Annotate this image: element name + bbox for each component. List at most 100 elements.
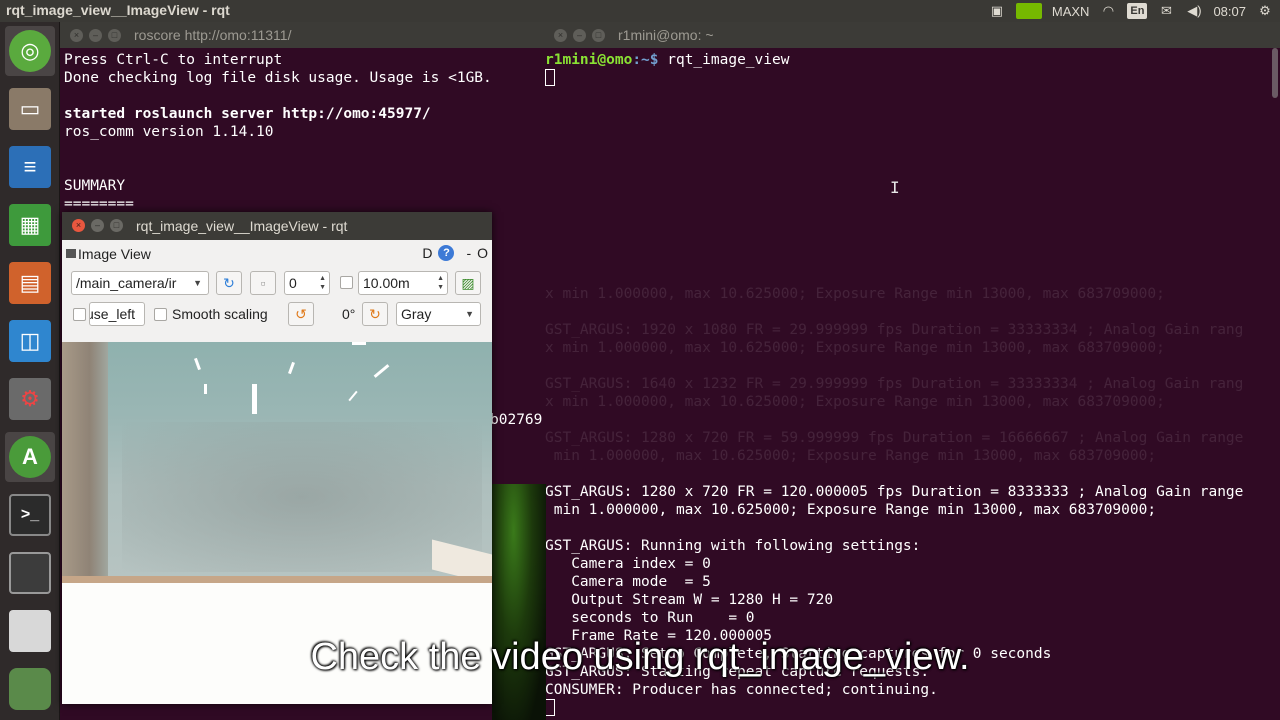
- close-panel-button[interactable]: O: [477, 245, 488, 261]
- rqt-image-view-window[interactable]: × – □ rqt_image_view__ImageView - rqt Im…: [62, 212, 492, 704]
- terminal-line: SUMMARY: [64, 178, 126, 194]
- mail-icon[interactable]: ✉: [1157, 3, 1175, 19]
- camera-image[interactable]: [62, 342, 492, 583]
- terminal-scrollbar[interactable]: [1272, 48, 1278, 98]
- spin-down-icon[interactable]: ▼: [319, 284, 326, 292]
- launcher-impress[interactable]: ▤: [5, 258, 55, 308]
- rotate-left-button[interactable]: ↺: [288, 302, 314, 326]
- close-icon[interactable]: ×: [72, 219, 85, 232]
- terminal-line: Camera index = 0: [545, 556, 711, 572]
- power-mode-label[interactable]: MAXN: [1052, 4, 1090, 19]
- minimize-icon[interactable]: –: [573, 29, 586, 42]
- save-image-button[interactable]: ▨: [455, 271, 481, 295]
- rqt-titlebar[interactable]: × – □ rqt_image_view__ImageView - rqt: [62, 212, 492, 240]
- spin-up-icon[interactable]: ▲: [319, 275, 326, 283]
- launcher-calc[interactable]: ▦: [5, 200, 55, 250]
- terminal-icon: >_: [9, 494, 51, 536]
- roscore-output: Press Ctrl-C to interrupt Done checking …: [64, 51, 492, 213]
- drag-handle-icon[interactable]: [66, 249, 76, 258]
- minimize-icon[interactable]: –: [91, 219, 104, 232]
- partial-terminal-text: b02769:: [490, 412, 552, 428]
- maximize-icon[interactable]: □: [110, 219, 123, 232]
- terminal-line: GST_ARGUS: 1640 x 1232 FR = 29.999999 fp…: [545, 376, 1244, 392]
- zoom-fit-button[interactable]: ▫: [250, 271, 276, 295]
- smooth-scaling-checkbox[interactable]: [154, 308, 167, 321]
- keyboard-layout-indicator[interactable]: En: [1127, 3, 1148, 19]
- image-fog-region: [122, 422, 482, 572]
- spin-up-icon[interactable]: ▲: [437, 275, 444, 283]
- image-light-reflection: [288, 361, 295, 375]
- clipboard-indicator-icon[interactable]: ▣: [988, 3, 1006, 19]
- clock[interactable]: 08:07: [1213, 4, 1246, 19]
- value-spinbox[interactable]: 0 ▲ ▼: [284, 271, 330, 295]
- spinbox-value: 0: [289, 275, 297, 291]
- max-range-value: 10.00m: [363, 275, 410, 291]
- nvidia-icon[interactable]: [1015, 3, 1042, 19]
- close-icon[interactable]: ×: [70, 29, 83, 42]
- dock-button[interactable]: D: [422, 245, 432, 261]
- launcher-settings[interactable]: ⚙: [5, 374, 55, 424]
- text-cursor: [545, 69, 555, 86]
- terminal-line: GST_ARGUS: 1280 x 720 FR = 120.000005 fp…: [545, 484, 1244, 500]
- color-scheme-select[interactable]: Gray ▼: [396, 302, 481, 326]
- launcher-updater[interactable]: A: [5, 432, 55, 482]
- minimize-icon[interactable]: –: [89, 29, 102, 42]
- image-wall-region: [62, 342, 108, 583]
- help-button[interactable]: ?: [438, 245, 455, 261]
- terminal-line: CONSUMER: Producer has connected; contin…: [545, 682, 938, 698]
- range-checkbox[interactable]: [340, 276, 353, 289]
- use-left-label: use_left: [89, 306, 136, 322]
- launcher-writer[interactable]: ≡: [5, 142, 55, 192]
- image-light-reflection: [348, 390, 358, 402]
- launcher-software-center[interactable]: ◫: [5, 316, 55, 366]
- terminal-line: x min 1.000000, max 10.625000; Exposure …: [545, 286, 1165, 302]
- minimize-panel-button[interactable]: -: [466, 245, 471, 261]
- image-floor-region: [62, 576, 492, 583]
- rotate-right-icon: ↻: [369, 305, 381, 322]
- rotate-right-button[interactable]: ↻: [362, 302, 388, 326]
- launcher-workspaces[interactable]: [5, 548, 55, 598]
- user-terminal-title: r1mini@omo: ~: [618, 27, 714, 43]
- topic-select[interactable]: /main_camera/ir ▼: [71, 271, 209, 295]
- terminal-line: min 1.000000, max 10.625000; Exposure Ra…: [545, 502, 1157, 518]
- spin-down-icon[interactable]: ▼: [437, 284, 444, 292]
- launcher-files[interactable]: ▭: [5, 84, 55, 134]
- user-terminal[interactable]: × – □ r1mini@omo: ~ r1mini@omo:~$ rqt_im…: [544, 22, 1280, 720]
- terminal-line: started roslaunch server http://omo:4597…: [64, 106, 431, 122]
- rqt-window-title: rqt_image_view__ImageView - rqt: [136, 218, 348, 234]
- launcher-dash[interactable]: ◎: [5, 26, 55, 76]
- active-window-title: rqt_image_view__ImageView - rqt: [6, 2, 230, 18]
- terminal-line: ros_comm version 1.14.10: [64, 124, 274, 140]
- terminal-line: Done checking log file disk usage. Usage…: [64, 70, 492, 86]
- wifi-icon[interactable]: ◠: [1099, 3, 1117, 19]
- prompt-user: r1mini@omo: [545, 52, 633, 68]
- refresh-topics-button[interactable]: ↻: [216, 271, 242, 295]
- text-cursor: [545, 699, 555, 716]
- chevron-down-icon: ▼: [465, 309, 474, 319]
- maximize-icon[interactable]: □: [108, 29, 121, 42]
- image-light-reflection: [373, 364, 390, 378]
- max-range-spinbox[interactable]: 10.00m ▲ ▼: [358, 271, 448, 295]
- desktop-wallpaper-glimpse: [492, 484, 546, 720]
- color-scheme-value: Gray: [401, 306, 432, 322]
- use-left-field[interactable]: use_left: [89, 302, 145, 326]
- terminal-line: x min 1.000000, max 10.625000; Exposure …: [545, 340, 1165, 356]
- terminal-line: GST_ARGUS: 1280 x 720 FR = 59.999999 fps…: [545, 430, 1244, 446]
- close-icon[interactable]: ×: [554, 29, 567, 42]
- use-left-checkbox[interactable]: [73, 308, 86, 321]
- maximize-icon[interactable]: □: [592, 29, 605, 42]
- user-terminal-titlebar: × – □ r1mini@omo: ~: [544, 22, 1280, 48]
- terminal-line: GST_ARGUS: 1920 x 1080 FR = 29.999999 fp…: [545, 322, 1244, 338]
- software-center-icon: ◫: [9, 320, 51, 362]
- software-updater-icon: A: [9, 436, 51, 478]
- launcher-terminal[interactable]: >_: [5, 490, 55, 540]
- image-light-reflection: [252, 384, 257, 414]
- gear-icon[interactable]: ⚙: [1256, 3, 1274, 19]
- chevron-down-icon: ▼: [193, 278, 202, 288]
- volume-icon[interactable]: ◀): [1185, 3, 1203, 19]
- workspace-icon: [9, 552, 51, 594]
